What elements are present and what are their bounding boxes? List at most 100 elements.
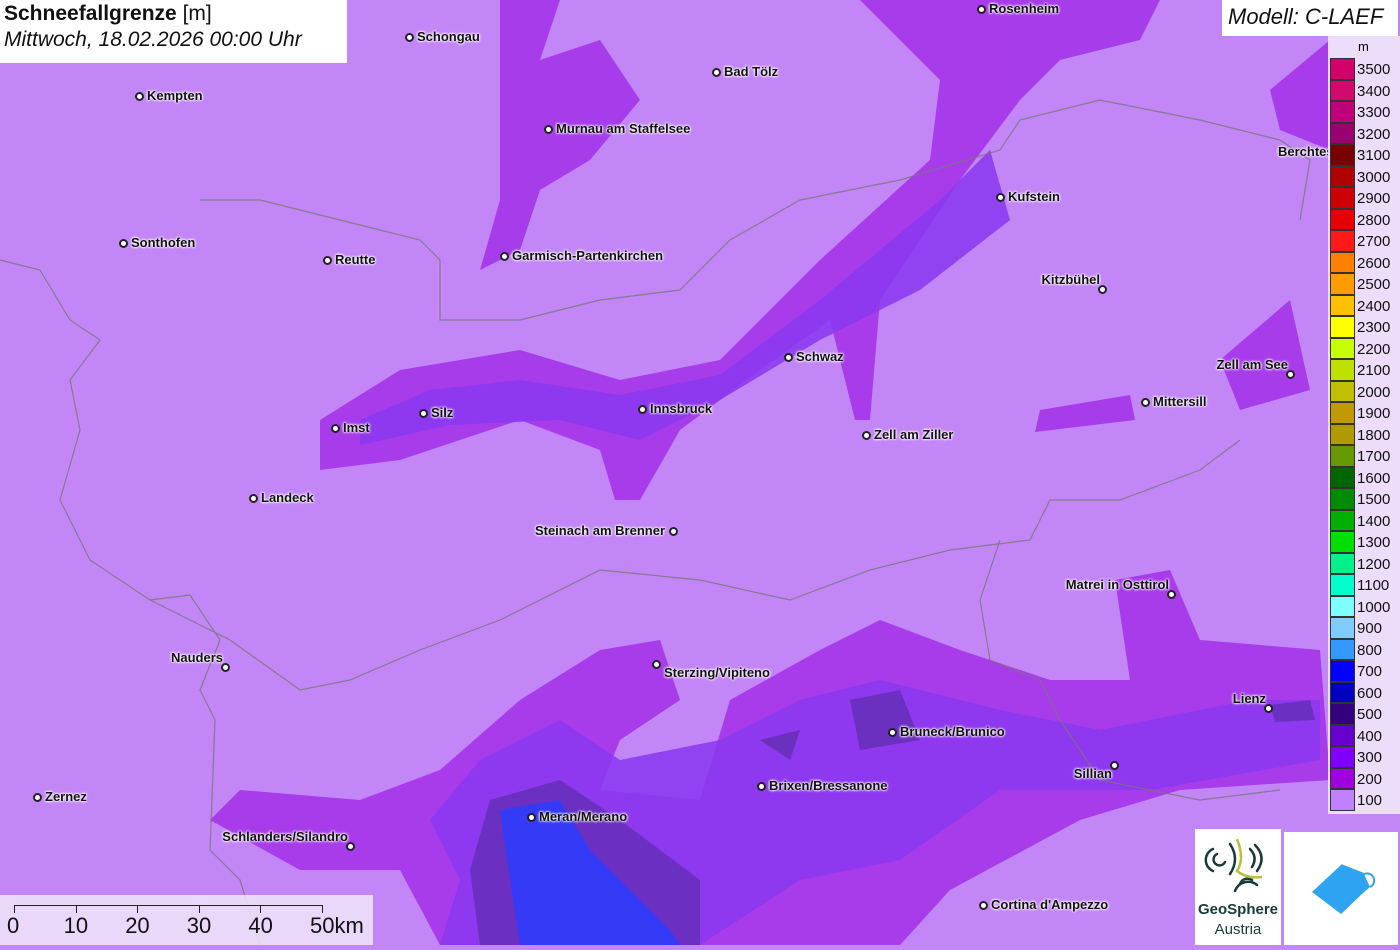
legend-value: 1200 [1357,555,1391,573]
legend-entry: 100 [1330,789,1398,811]
legend-swatch [1330,445,1355,467]
legend-swatch [1330,509,1355,531]
city-marker-icon [1140,397,1150,407]
legend-entry: 3100 [1330,144,1398,166]
legend-value: 1000 [1357,598,1391,616]
scale-tick [198,905,200,913]
legend-entry: 2100 [1330,359,1398,381]
city-label: Sterzing/Vipiteno [664,665,770,680]
legend-swatch [1330,101,1355,123]
legend-swatch [1330,380,1355,402]
city-label: Cortina d'Ampezzo [991,897,1109,912]
city-marker-icon [499,251,509,261]
city-label: Imst [343,420,370,435]
city-marker-icon [248,493,258,503]
legend-swatch [1330,638,1355,660]
legend-swatch [1330,552,1355,574]
city-label: Garmisch-Partenkirchen [512,248,664,263]
legend-swatch [1330,79,1355,101]
city-marker-icon [783,352,793,362]
legend-swatch [1330,531,1355,553]
city-label: Innsbruck [650,401,713,416]
legend-swatch [1330,466,1355,488]
city-label: Sonthofen [131,235,196,250]
legend-value: 500 [1357,706,1383,723]
legend-value: 3400 [1357,82,1391,100]
mountain-cloud-icon [1312,864,1376,914]
scale-tick [260,905,262,913]
city-marker-icon [637,404,647,414]
city-marker-icon [978,900,988,910]
legend-swatch [1330,294,1355,316]
city-marker-icon [756,781,766,791]
city-label: Lienz [1232,691,1266,706]
legend-value: 3000 [1357,168,1391,186]
legend-value: 100 [1357,792,1383,809]
parameter-name: Schneefallgrenze [4,2,177,25]
legend-swatch [1330,144,1355,166]
city-label: Kitzbühel [1041,272,1101,287]
legend-value: 600 [1357,684,1383,702]
city-label: Kufstein [1008,189,1060,204]
city-label: Murnau am Staffelsee [556,121,691,136]
legend-value: 3100 [1357,147,1391,164]
snowline-map[interactable] [0,0,1400,945]
legend-entry: 2900 [1330,187,1398,209]
legend-swatch [1330,230,1355,252]
city-label: Nauders [170,650,223,665]
city-label: Bad Tölz [724,64,779,79]
legend-swatch [1330,617,1355,639]
legend-entry: 2600 [1330,251,1398,273]
scale-tick [322,905,323,913]
logo-text-2: Austria [1214,921,1262,938]
legend-entry: 600 [1330,681,1398,703]
map-title-box: Schneefallgrenze [m] Mittwoch, 18.02.202… [0,0,347,63]
scale-label: 50km [310,913,364,938]
city-label: Matrei in Osttirol [1065,577,1169,592]
legend-value: 3300 [1357,104,1391,121]
legend-value: 200 [1357,770,1383,788]
forecast-datetime: Mittwoch, 18.02.2026 00:00 Uhr [4,28,302,51]
color-legend: m 3500 3400 3300 3200 3100 3000 2900 2800 2700 26… [1328,36,1400,814]
legend-value: 2400 [1357,297,1391,315]
scale-line [14,905,322,906]
legend-swatch [1330,574,1355,596]
geosphere-austria-logo[interactable]: GeoSphere Austria [1195,829,1281,945]
legend-value: 800 [1357,641,1383,659]
legend-entry: 200 [1330,767,1398,789]
legend-swatch [1330,746,1355,768]
parameter-unit: [m] [182,2,212,25]
legend-value: 2800 [1357,211,1391,229]
legend-unit: m [1358,39,1369,54]
legend-swatch [1330,595,1355,617]
legend-entry: 900 [1330,617,1398,639]
legend-entry: 1000 [1330,595,1398,617]
legend-swatch [1330,402,1355,424]
city-marker-icon [134,91,144,101]
legend-entry: 700 [1330,660,1398,682]
legend-value: 1600 [1357,469,1391,487]
legend-swatch [1330,251,1355,273]
legend-value: 1400 [1357,512,1391,530]
legend-entry: 3300 [1330,101,1398,123]
legend-value: 2500 [1357,276,1391,293]
legend-value: 2700 [1357,233,1391,250]
city-marker-icon [543,124,553,134]
legend-swatch [1330,767,1355,789]
legend-entry: 2800 [1330,208,1398,230]
city-label: Landeck [261,490,314,505]
legend-value: 700 [1357,663,1383,680]
legend-value: 2100 [1357,362,1391,379]
partner-logo[interactable] [1284,832,1398,945]
scale-bar: 0 10 20 30 40 50km [0,895,373,945]
legend-swatch [1330,122,1355,144]
scale-label: 10 [63,913,89,938]
city-label: Bruneck/Brunico [900,724,1005,739]
legend-entry: 1800 [1330,423,1398,445]
legend-entry: 300 [1330,746,1398,768]
legend-value: 1300 [1357,534,1391,551]
legend-swatch [1330,488,1355,510]
city-marker-icon [32,792,42,802]
legend-value: 2900 [1357,190,1391,207]
model-label: Modell: C-LAEF [1222,0,1398,36]
